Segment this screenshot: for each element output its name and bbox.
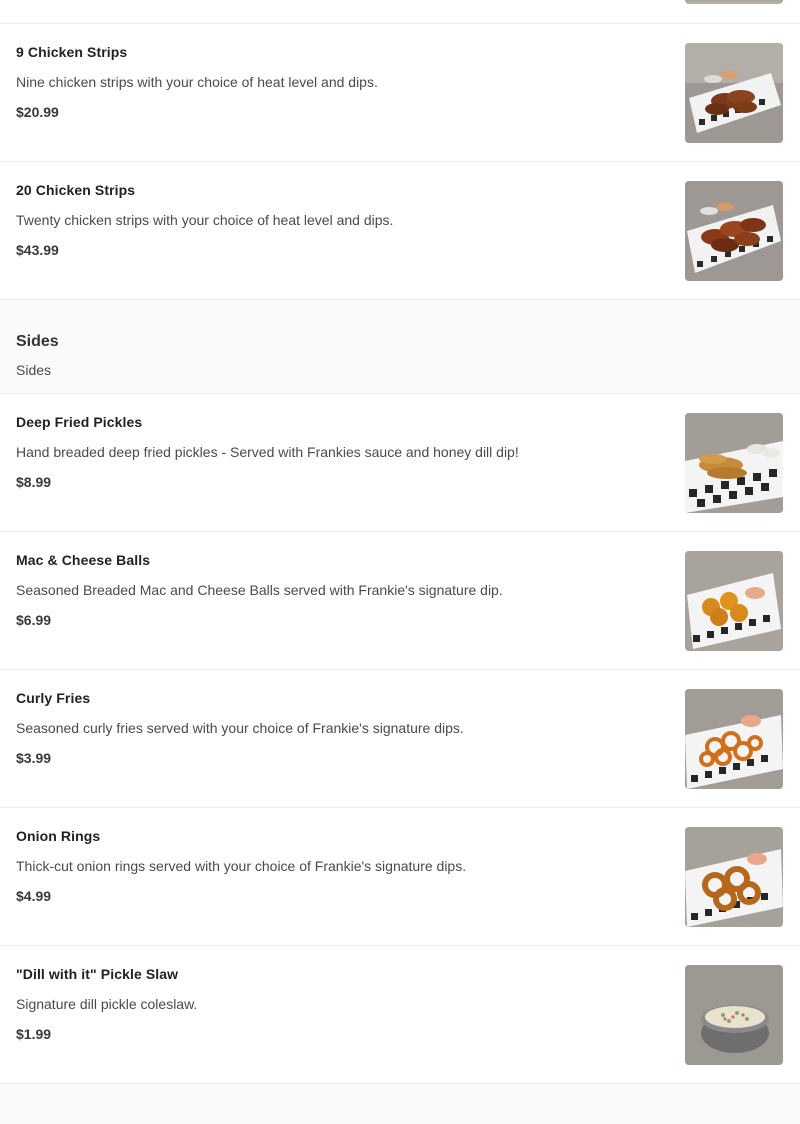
next-section-stub	[0, 1084, 800, 1124]
item-description: Nine chicken strips with your choice of …	[16, 74, 378, 90]
item-description: Twenty chicken strips with your choice o…	[16, 212, 394, 228]
previous-item-image	[685, 0, 783, 4]
item-name: 9 Chicken Strips	[16, 44, 128, 60]
menu-item-pickle-slaw[interactable]: "Dill with it" Pickle Slaw Signature dil…	[0, 946, 800, 1084]
item-description: Seasoned curly fries served with your ch…	[16, 720, 464, 736]
menu-item-mac-cheese-balls[interactable]: Mac & Cheese Balls Seasoned Breaded Mac …	[0, 532, 800, 670]
onion-rings-icon	[685, 827, 783, 927]
item-image[interactable]	[685, 551, 783, 651]
item-price: $3.99	[16, 750, 52, 766]
menu-item-onion-rings[interactable]: Onion Rings Thick-cut onion rings served…	[0, 808, 800, 946]
item-description: Seasoned Breaded Mac and Cheese Balls se…	[16, 582, 503, 598]
chicken-strips-icon	[685, 43, 783, 143]
item-name: Curly Fries	[16, 690, 91, 706]
item-name: "Dill with it" Pickle Slaw	[16, 966, 179, 982]
item-image[interactable]	[685, 181, 783, 281]
section-title: Sides	[16, 333, 59, 350]
item-price: $6.99	[16, 612, 52, 628]
previous-item-stub	[0, 0, 800, 24]
pickle-slaw-icon	[685, 965, 783, 1065]
section-header-sides: Sides Sides	[0, 300, 800, 394]
item-name: 20 Chicken Strips	[16, 182, 136, 198]
menu-item-20-chicken-strips[interactable]: 20 Chicken Strips Twenty chicken strips …	[0, 162, 800, 300]
item-description: Thick-cut onion rings served with your c…	[16, 858, 467, 874]
mac-cheese-balls-icon	[685, 551, 783, 651]
item-image[interactable]	[685, 827, 783, 927]
item-price: $8.99	[16, 474, 52, 490]
chicken-strips-icon	[685, 181, 783, 281]
item-name: Mac & Cheese Balls	[16, 552, 151, 568]
item-image[interactable]	[685, 965, 783, 1065]
item-description: Signature dill pickle coleslaw.	[16, 996, 198, 1012]
item-image[interactable]	[685, 43, 783, 143]
fried-pickles-icon	[685, 413, 783, 513]
item-price: $1.99	[16, 1026, 52, 1042]
section-subtitle: Sides	[16, 362, 52, 378]
menu-item-deep-fried-pickles[interactable]: Deep Fried Pickles Hand breaded deep fri…	[0, 394, 800, 532]
item-price: $20.99	[16, 104, 59, 120]
item-image[interactable]	[685, 413, 783, 513]
item-price: $4.99	[16, 888, 52, 904]
item-image[interactable]	[685, 689, 783, 789]
menu-item-curly-fries[interactable]: Curly Fries Seasoned curly fries served …	[0, 670, 800, 808]
menu-list: 9 Chicken Strips Nine chicken strips wit…	[0, 0, 800, 1124]
item-name: Onion Rings	[16, 828, 101, 844]
item-name: Deep Fried Pickles	[16, 414, 143, 430]
item-price: $43.99	[16, 242, 59, 258]
curly-fries-icon	[685, 689, 783, 789]
menu-item-9-chicken-strips[interactable]: 9 Chicken Strips Nine chicken strips wit…	[0, 24, 800, 162]
item-description: Hand breaded deep fried pickles - Served…	[16, 444, 519, 460]
